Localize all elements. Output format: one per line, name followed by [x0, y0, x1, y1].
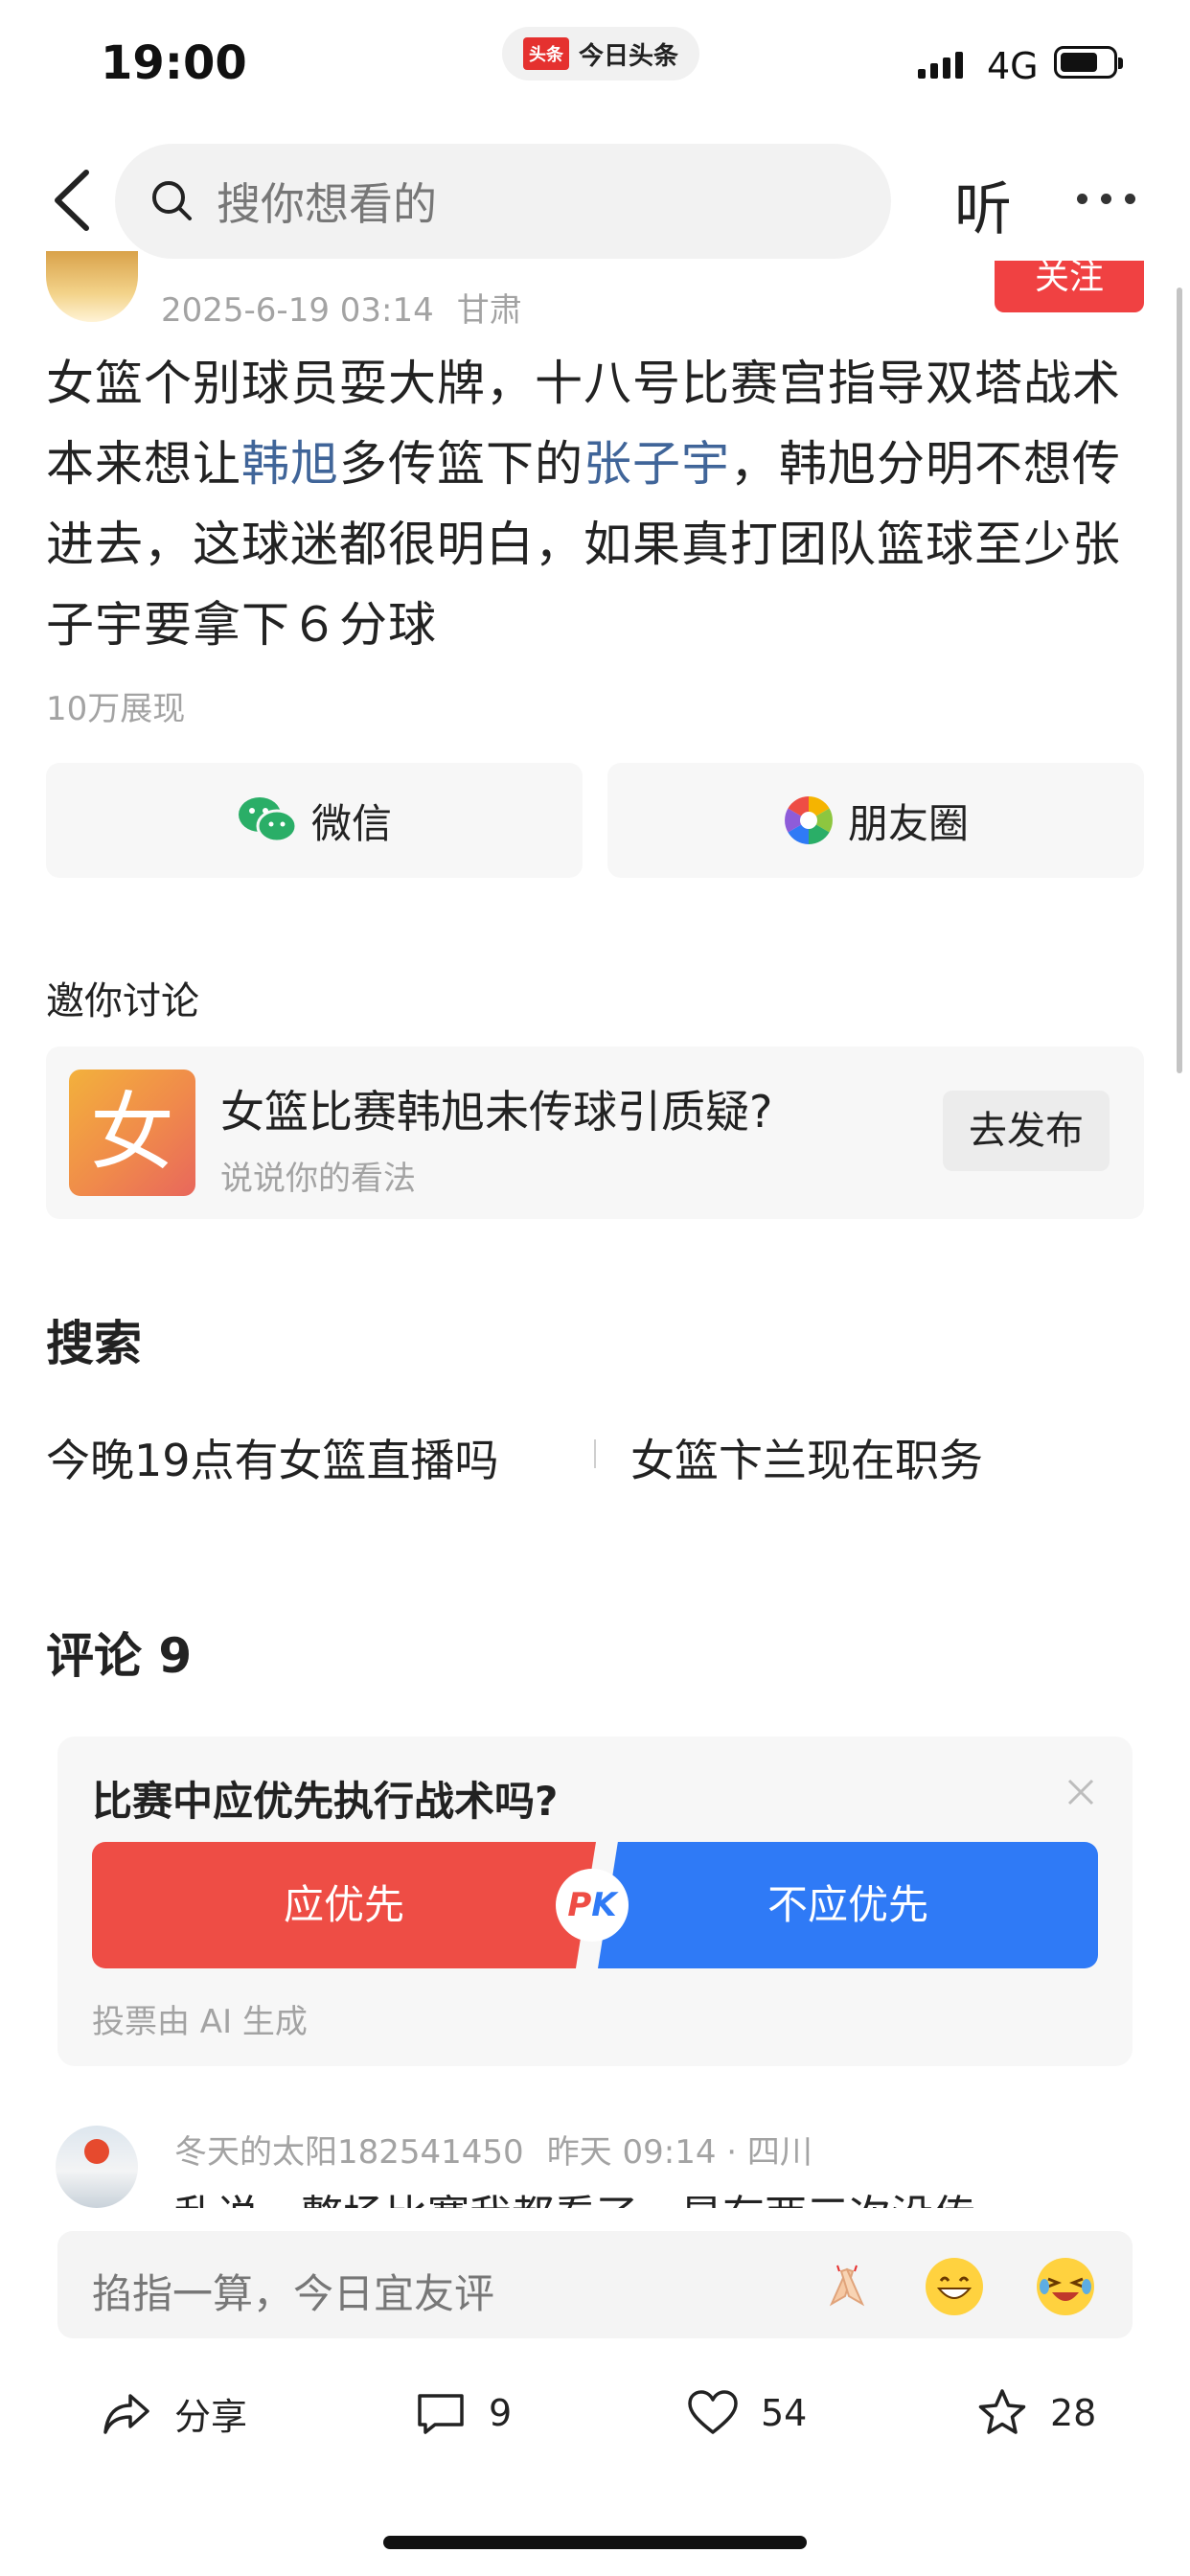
author-avatar[interactable]: [46, 251, 138, 322]
wechat-icon: [238, 797, 298, 843]
status-time: 19:00: [101, 36, 247, 90]
search-suggestion[interactable]: 今晚19点有女篮直播吗: [46, 1426, 499, 1489]
poll-card: 比赛中应优先执行战术吗? 应优先 不应优先 PK 投票由 AI 生成: [57, 1736, 1133, 2066]
like-button[interactable]: 54: [686, 2386, 807, 2440]
share-moments-label: 朋友圈: [847, 799, 969, 847]
network-label: 4G: [987, 45, 1039, 87]
player-link-zhangziyu[interactable]: 张子宇: [584, 436, 730, 492]
share-moments-button[interactable]: 朋友圈: [607, 763, 1144, 878]
action-bar: 分享 9 54 28: [0, 2365, 1190, 2461]
post-text: 多传篮下的: [339, 436, 584, 492]
post-date: 2025-6-19 03:14: [161, 291, 434, 330]
topic-subtitle: 说说你的看法: [220, 1160, 416, 1198]
comment-button[interactable]: 9: [414, 2386, 512, 2440]
heart-icon: [688, 2390, 738, 2434]
view-count: 10万展现: [46, 690, 186, 728]
share-button[interactable]: 分享: [100, 2386, 247, 2440]
like-count: 54: [761, 2392, 808, 2434]
back-icon[interactable]: [46, 167, 103, 234]
share-wechat-label: 微信: [310, 799, 392, 847]
favorite-button[interactable]: 28: [975, 2386, 1096, 2440]
suggestion-divider: [594, 1439, 596, 1468]
poll-footnote: 投票由 AI 生成: [92, 2003, 308, 2041]
poll-option-no[interactable]: 不应优先: [598, 1842, 1098, 1968]
discussion-section-label: 邀你讨论: [46, 979, 199, 1024]
search-placeholder: 搜你想看的: [217, 178, 437, 230]
share-label: 分享: [174, 2395, 248, 2438]
laugh-emoji-icon[interactable]: [1037, 2258, 1094, 2315]
discussion-topic-card[interactable]: 女 女篮比赛韩旭未传球引质疑? 说说你的看法 去发布: [46, 1046, 1144, 1219]
toutiao-logo-icon: 头条: [523, 37, 569, 70]
poll-option-yes[interactable]: 应优先: [92, 1842, 596, 1968]
follow-button[interactable]: 关注: [995, 261, 1144, 312]
favorite-count: 28: [1050, 2392, 1097, 2434]
more-icon[interactable]: [1077, 194, 1135, 204]
poll-question: 比赛中应优先执行战术吗?: [92, 1778, 559, 1825]
comment-icon: [418, 2394, 464, 2434]
post-location: 甘肃: [456, 291, 522, 330]
share-icon: [103, 2394, 149, 2434]
nav-bar: 搜你想看的 听: [0, 134, 1190, 268]
comment-username[interactable]: 冬天的太阳182541450: [174, 2133, 524, 2172]
signal-icon: [918, 50, 963, 79]
pk-badge: PK: [556, 1869, 629, 1942]
topic-title: 女篮比赛韩旭未传球引质疑?: [220, 1086, 773, 1138]
topic-thumbnail: 女: [69, 1070, 195, 1196]
post-meta: 2025-6-19 03:14 甘肃: [161, 284, 522, 331]
status-app-name: 今日头条: [579, 41, 679, 71]
topic-post-button[interactable]: 去发布: [943, 1091, 1110, 1171]
search-heading: 搜索: [46, 1316, 142, 1371]
comment-input[interactable]: 掐指一算，今日宜友评: [57, 2231, 1133, 2338]
comment-item[interactable]: 冬天的太阳182541450 昨天 09:14 · 四川 乱说，整场比赛我都看了，…: [0, 2116, 1190, 2208]
search-icon: [152, 181, 192, 220]
battery-icon: [1054, 46, 1123, 79]
moments-icon: [785, 796, 833, 844]
clap-emoji-icon[interactable]: [818, 2258, 876, 2315]
comment-count: 9: [489, 2392, 513, 2434]
comments-heading: 评论 9: [46, 1628, 193, 1684]
search-suggestion[interactable]: 女篮卞兰现在职务: [630, 1426, 983, 1489]
comment-input-placeholder: 掐指一算，今日宜友评: [92, 2270, 495, 2317]
player-link-hanxu[interactable]: 韩旭: [241, 436, 339, 492]
listen-button[interactable]: 听: [954, 163, 1012, 246]
status-bar: 19:00 头条 今日头条 4G: [0, 0, 1190, 129]
grin-emoji-icon[interactable]: [926, 2258, 983, 2315]
close-icon[interactable]: [1064, 1775, 1098, 1809]
star-icon: [978, 2389, 1026, 2434]
status-app-pill[interactable]: 头条 今日头条: [502, 27, 700, 80]
share-wechat-button[interactable]: 微信: [46, 763, 583, 878]
search-input[interactable]: 搜你想看的: [115, 144, 891, 259]
comment-time: 昨天 09:14 · 四川: [546, 2133, 812, 2172]
home-indicator[interactable]: [383, 2536, 807, 2549]
avatar[interactable]: [56, 2126, 138, 2208]
comment-meta: 冬天的太阳182541450 昨天 09:14 · 四川: [174, 2126, 812, 2173]
scroll-indicator[interactable]: [1177, 288, 1182, 1073]
post-body: 女篮个别球员耍大牌，十八号比赛宫指导双塔战术本来想让韩旭多传篮下的张子宇，韩旭分…: [46, 343, 1144, 665]
comment-text: 乱说，整场比赛我都看了，是有两三次没传: [174, 2181, 975, 2208]
